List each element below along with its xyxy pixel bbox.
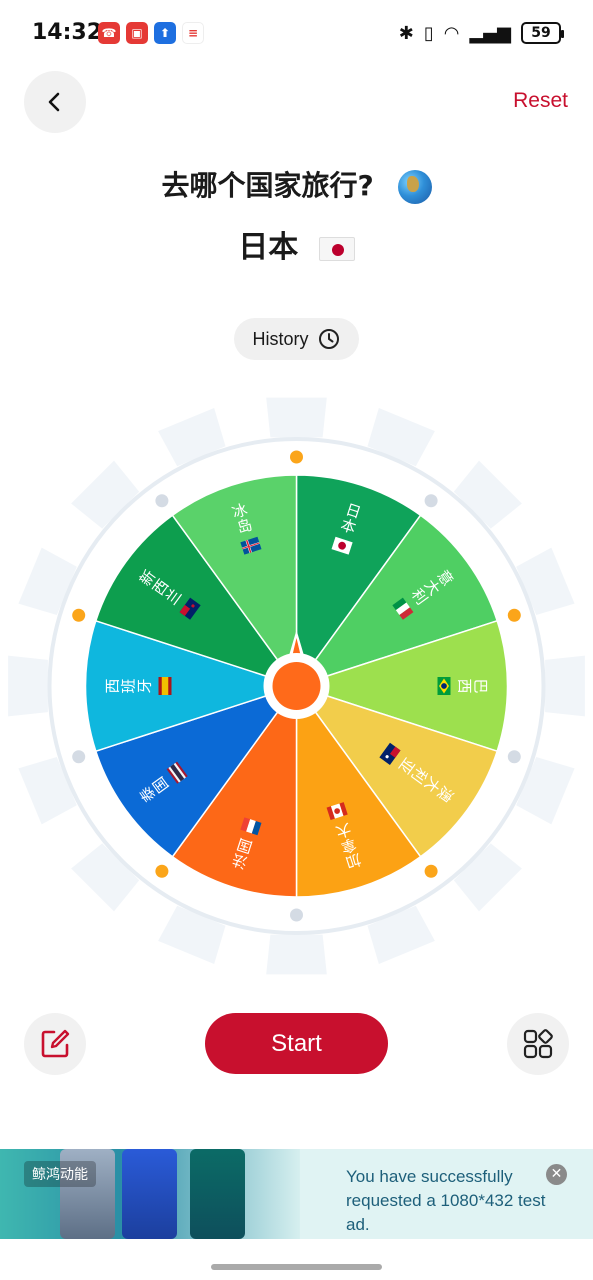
edit-button[interactable] [24,1013,86,1075]
gallery-icon: ▣ [126,22,148,44]
rim-dot [290,450,303,464]
wifi-icon: ◠ [443,22,460,44]
segment-label-char: 牙 [136,678,154,693]
globe-icon [397,170,432,204]
close-icon[interactable]: ✕ [546,1164,567,1185]
grid-icon [523,1029,553,1059]
rim-dot [72,608,86,622]
spin-wheel[interactable]: 日本意大利巴西澳大利亚加拿大法国泰国西班牙新西兰冰岛 [0,396,593,976]
home-indicator[interactable] [211,1264,382,1270]
rim-dot [155,494,169,508]
ad-phone-image [190,1149,245,1239]
edit-icon [41,1029,70,1058]
status-bar: 14:32 ☎ ▣ ⬆ ≡ ✱ ▯ ◠ ▂▄▆ 59 [0,0,593,70]
signal-icon: ▂▄▆ [469,22,511,44]
japan-flag-icon [318,236,355,261]
rim-dot [507,608,521,622]
rim-dot [424,494,438,508]
halo-ray [8,655,48,717]
vibrate-icon: ▯ [423,22,434,44]
reset-button[interactable]: Reset [513,89,568,113]
halo-ray [545,655,585,717]
rim-dot [507,750,521,764]
back-button[interactable] [24,71,86,133]
segment-label-group: 西班牙 [104,677,172,695]
history-label: History [252,328,309,349]
phone-icon: ☎ [98,22,120,44]
chevron-left-icon [48,92,60,112]
ad-phone-image [122,1149,177,1239]
segment-flag-icon [437,677,451,695]
history-button[interactable]: History [234,318,359,360]
app-store-icon: ⬆ [154,22,176,44]
bluetooth-icon: ✱ [398,22,414,44]
question-title: 去哪个国家旅行? [161,169,374,202]
start-button[interactable]: Start [205,1013,388,1074]
clock-icon [318,329,339,349]
system-icons: ✱ ▯ ◠ ▂▄▆ 59 [398,22,564,44]
rim-dot [155,864,169,878]
segment-flag-icon [158,677,172,695]
segment-label-group: 巴西 [437,677,489,695]
rim-dot [290,908,303,922]
pointer-hub [272,662,321,710]
more-options-button[interactable] [507,1013,569,1075]
segment-label-char: 西 [455,678,473,693]
halo-ray [266,397,327,438]
ad-banner[interactable]: 鲸鸿动能 You have successfully requested a 1… [0,1149,593,1239]
wheel-graphic: 日本意大利巴西澳大利亚加拿大法国泰国西班牙新西兰冰岛 [8,397,585,975]
ad-badge: 鲸鸿动能 [24,1161,96,1187]
rim-dot [424,864,438,878]
notification-icons: ☎ ▣ ⬆ ≡ [98,22,204,44]
result-row: 日本 [0,222,593,266]
result-text: 日本 [238,230,299,265]
battery-icon: 59 [521,22,564,44]
ad-message: You have successfully requested a 1080*4… [346,1167,546,1234]
halo-ray [266,934,327,975]
question-title-row: 去哪个国家旅行? [0,164,593,204]
rim-dot [72,750,86,764]
calendar-icon: ≡ [182,22,204,44]
status-time: 14:32 [32,20,103,45]
